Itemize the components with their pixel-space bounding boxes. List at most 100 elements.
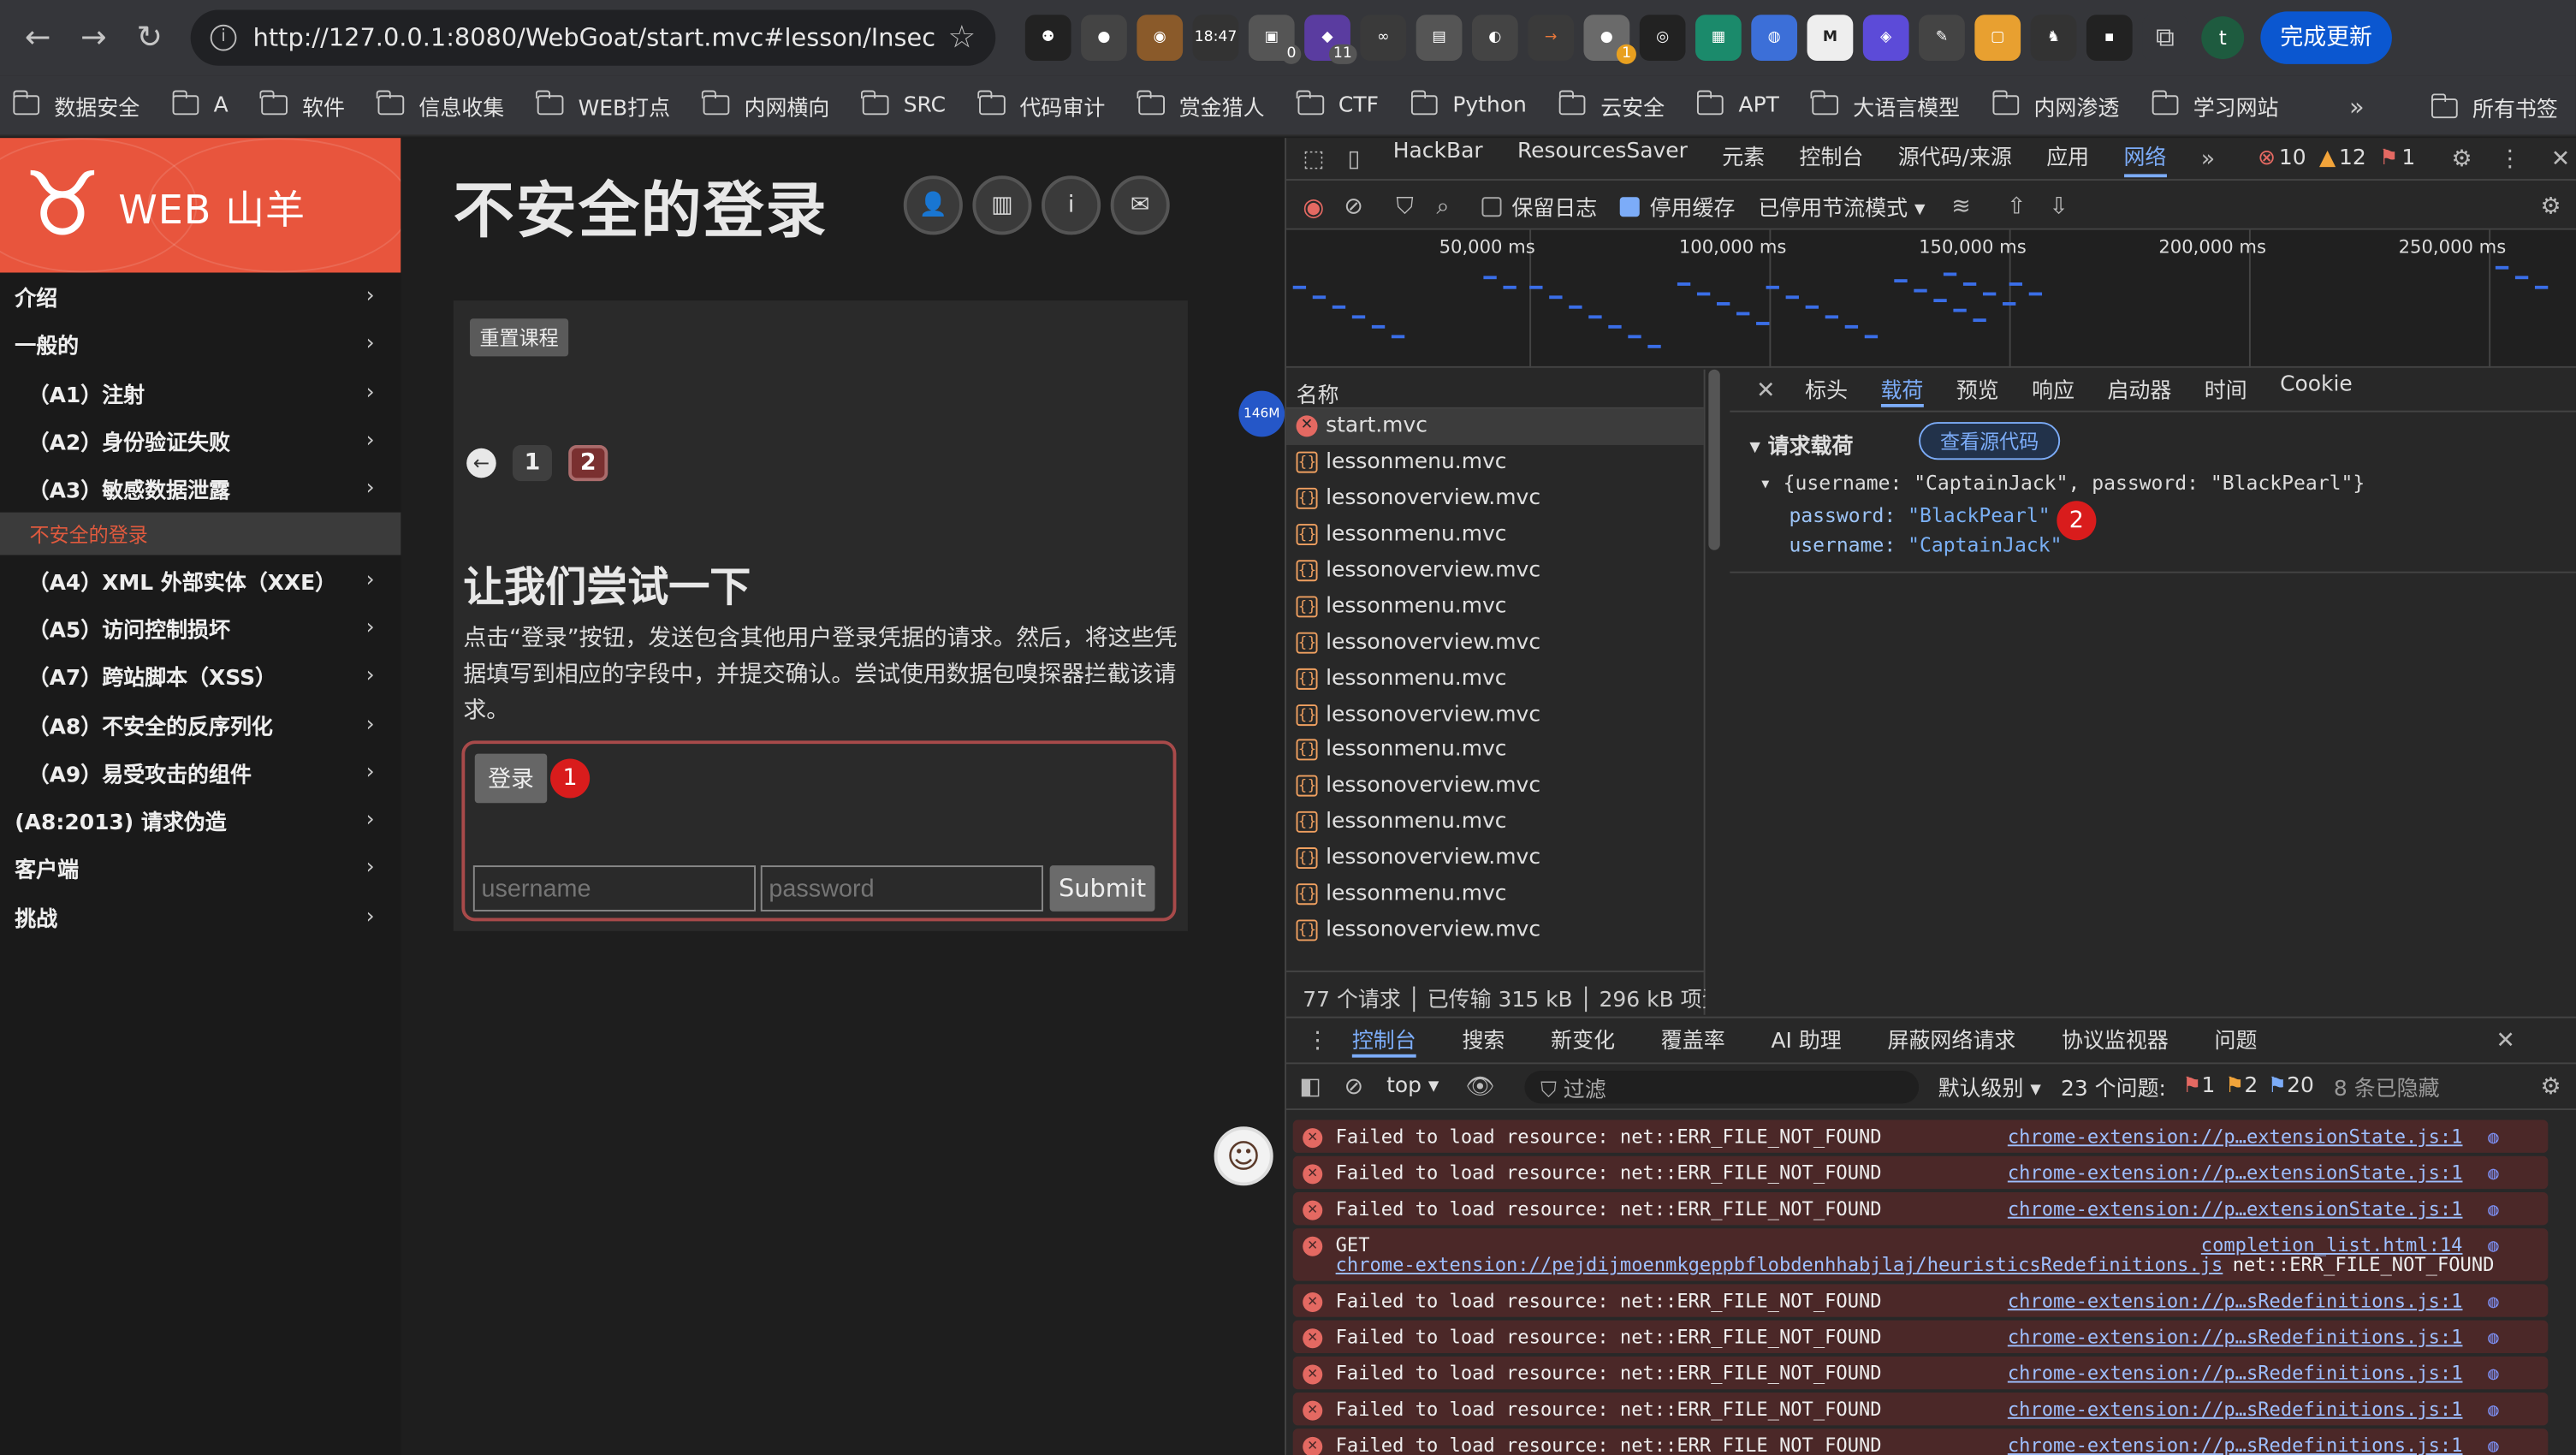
network-panel-icon[interactable]: ◍: [2488, 1291, 2499, 1312]
request-row[interactable]: {} lessonoverview.mvc: [1286, 912, 1704, 948]
filter-icon[interactable]: ⛉: [1396, 193, 1413, 219]
request-row[interactable]: {} lessonmenu.mvc: [1286, 661, 1704, 697]
bookmark-folder[interactable]: 大语言模型: [1811, 90, 1960, 121]
message-source-link[interactable]: chrome-extension://p…extensionState.js:1: [2008, 1161, 2463, 1185]
password-input[interactable]: [760, 865, 1043, 912]
info-icon[interactable]: i: [1042, 175, 1101, 235]
message-url[interactable]: chrome-extension://pejdijmoenmkgeppbflob…: [1336, 1253, 2223, 1276]
message-source-link[interactable]: chrome-extension://p…sRedefinitions.js:1: [2008, 1289, 2463, 1312]
extension-icon[interactable]: ◈: [1862, 15, 1909, 61]
network-timeline[interactable]: 50,000 ms 100,000 ms 150,000 ms 200,000 ms 2…: [1286, 229, 2576, 368]
network-panel-icon[interactable]: ◍: [2488, 1363, 2499, 1385]
submit-button[interactable]: Submit: [1049, 865, 1155, 912]
message-source-link[interactable]: chrome-extension://p…sRedefinitions.js:1: [2008, 1434, 2463, 1455]
bookmark-folder[interactable]: SRC: [861, 90, 946, 117]
login-button[interactable]: 登录: [474, 753, 548, 804]
reload-icon[interactable]: ↻: [125, 13, 175, 62]
drawer-tab[interactable]: AI 助理: [1771, 1023, 1841, 1057]
sidebar-item[interactable]: （A8）不安全的反序列化 ›: [0, 700, 401, 748]
console-error-message[interactable]: ✕ GET chrome-extension://pejdijmoenmkgeppb…: [1292, 1228, 2549, 1281]
extension-icon[interactable]: ▣ 0: [1248, 15, 1302, 64]
chart-icon[interactable]: ▥: [972, 175, 1032, 235]
sidebar-item[interactable]: （A3）敏感数据泄露 ›: [0, 465, 401, 513]
bookmark-folder[interactable]: 信息收集: [377, 90, 504, 121]
bookmark-folder[interactable]: 内网横向: [702, 90, 829, 121]
disable-cache-checkbox[interactable]: 停用缓存: [1620, 191, 1735, 222]
logo[interactable]: ♉ WEB 山羊: [0, 138, 401, 273]
context-select[interactable]: top ▾: [1386, 1074, 1439, 1099]
drawer-menu-icon[interactable]: ⋮: [1306, 1027, 1329, 1054]
network-settings-icon[interactable]: ⚙: [2541, 193, 2561, 219]
request-row[interactable]: {} lessonoverview.mvc: [1286, 840, 1704, 876]
drawer-tab[interactable]: 协议监视器: [2062, 1023, 2169, 1057]
extension-icon[interactable]: ◆ 11: [1304, 15, 1357, 64]
bookmark-folder[interactable]: 内网渗透: [1991, 90, 2119, 121]
sidebar-item[interactable]: 客户端 ›: [0, 845, 401, 893]
reset-lesson-button[interactable]: 重置课程: [470, 318, 569, 357]
extension-icon[interactable]: ●: [1081, 15, 1127, 61]
m-extension-icon[interactable]: M: [1807, 15, 1854, 61]
memory-badge[interactable]: 146M: [1238, 390, 1285, 437]
sidebar-item[interactable]: 一般的 ›: [0, 321, 401, 369]
live-expression-icon[interactable]: 👁: [1465, 1073, 1494, 1100]
device-toolbar-icon[interactable]: ▯: [1348, 146, 1361, 172]
request-row[interactable]: {} lessonmenu.mvc: [1286, 876, 1704, 912]
import-har-icon[interactable]: ⇧: [2007, 193, 2027, 219]
close-drawer-icon[interactable]: ✕: [2496, 1027, 2515, 1054]
payload-section-toggle[interactable]: ▾ 请求载荷: [1749, 429, 1853, 460]
sidebar-item[interactable]: （A7）跨站脚本（XSS） ›: [0, 652, 401, 700]
detail-tab[interactable]: 载荷: [1880, 373, 1924, 407]
request-list-scrollbar[interactable]: [1708, 369, 1720, 550]
console-error-message[interactable]: ✕ Failed to load resource: net::ERR_FILE_…: [1292, 1393, 2549, 1426]
preserve-log-checkbox[interactable]: 保留日志: [1481, 191, 1597, 222]
log-level-select[interactable]: 默认级别 ▾: [1938, 1071, 2041, 1102]
avatar[interactable]: t: [2201, 16, 2245, 60]
more-bookmarks-icon[interactable]: »: [2349, 92, 2365, 122]
info-count[interactable]: 1: [2401, 146, 2415, 171]
page-button-current[interactable]: 2: [568, 444, 608, 482]
network-panel-icon[interactable]: ◍: [2488, 1399, 2499, 1421]
name-column-header[interactable]: 名称: [1286, 370, 1704, 409]
page-button[interactable]: 1: [512, 444, 552, 482]
network-panel-icon[interactable]: ◍: [2488, 1327, 2499, 1348]
extension-icon[interactable]: ▢: [1974, 15, 2021, 61]
issue-warning-count[interactable]: 2: [2244, 1074, 2258, 1099]
network-conditions-icon[interactable]: ≋: [1951, 193, 1971, 219]
export-har-icon[interactable]: ⇩: [2049, 193, 2069, 219]
js-icon[interactable]: ◐: [1471, 15, 1518, 61]
sidebar-item-active[interactable]: 不安全的登录: [0, 513, 401, 556]
detail-tab[interactable]: 响应: [2032, 373, 2074, 407]
bookmark-folder[interactable]: A: [171, 90, 229, 117]
request-row[interactable]: {} lessonmenu.mvc: [1286, 589, 1704, 625]
console-error-message[interactable]: ✕ Failed to load resource: net::ERR_FILE_…: [1292, 1356, 2549, 1390]
detail-tab[interactable]: 时间: [2205, 373, 2247, 407]
request-row[interactable]: {} lessonoverview.mvc: [1286, 481, 1704, 517]
request-row[interactable]: {} lessonoverview.mvc: [1286, 769, 1704, 805]
issue-info-count[interactable]: 20: [2287, 1074, 2314, 1099]
console-error-message[interactable]: ✕ Failed to load resource: net::ERR_FILE_…: [1292, 1155, 2549, 1190]
record-icon[interactable]: ◉: [1303, 192, 1324, 222]
bookmark-folder[interactable]: 软件: [260, 90, 345, 121]
bookmark-folder[interactable]: Python: [1410, 90, 1527, 117]
bookmark-folder[interactable]: APT: [1696, 90, 1779, 117]
inspect-icon[interactable]: ⬚: [1303, 146, 1324, 172]
extension-icon[interactable]: ⚉: [1024, 15, 1071, 61]
bookmark-folder[interactable]: WEB打点: [536, 90, 670, 121]
detail-tab[interactable]: 标头: [1805, 373, 1848, 407]
puzzle-icon[interactable]: ⧉: [2142, 15, 2188, 61]
detail-tab[interactable]: 预览: [1956, 373, 1999, 407]
assistant-avatar-icon[interactable]: ☺: [1214, 1126, 1273, 1186]
devtools-tab[interactable]: ResourcesSaver: [1517, 140, 1688, 177]
network-panel-icon[interactable]: ◍: [2488, 1162, 2499, 1184]
sidebar-item[interactable]: （A5）访问控制损坏 ›: [0, 604, 401, 652]
console-error-message[interactable]: ✕ Failed to load resource: net::ERR_FILE_…: [1292, 1320, 2549, 1354]
sidebar-item[interactable]: （A1）注射 ›: [0, 369, 401, 417]
arrow-extension-icon[interactable]: →: [1528, 15, 1574, 61]
mask-icon[interactable]: ◎: [1639, 15, 1686, 61]
sidebar-item[interactable]: (A8:2013) 请求伪造 ›: [0, 797, 401, 845]
extension-icon[interactable]: ◍: [1751, 15, 1798, 61]
request-row[interactable]: {} lessonmenu.mvc: [1286, 445, 1704, 481]
devtools-tab[interactable]: 应用: [2046, 140, 2089, 177]
console-error-message[interactable]: ✕ Failed to load resource: net::ERR_FILE_…: [1292, 1191, 2549, 1226]
bookmark-folder[interactable]: 学习网站: [2151, 90, 2279, 121]
